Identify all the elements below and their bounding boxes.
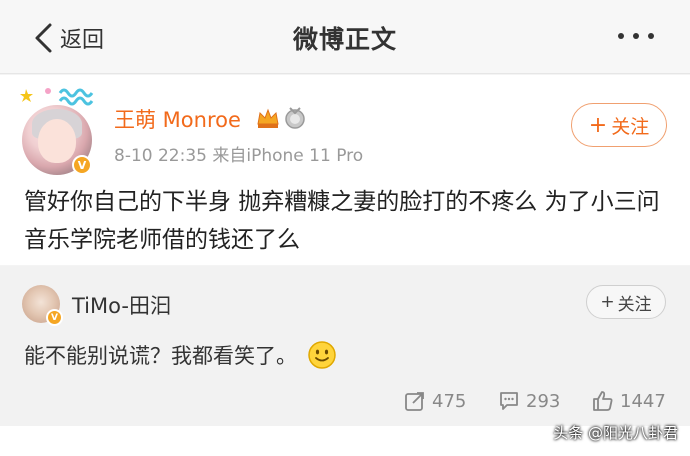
plus-icon: + xyxy=(588,112,608,138)
hot-comment: V TiMo-田汩 + 关注 能不能别说谎？我都看笑了。 475 293 144 xyxy=(0,266,690,426)
post-meta: 8-10 22:35 来自iPhone 11 Pro xyxy=(114,146,364,166)
crown-icon xyxy=(257,108,279,128)
verified-badge-icon: V xyxy=(46,309,63,326)
repost-button[interactable]: 475 xyxy=(404,390,466,412)
comment-follow-button[interactable]: + 关注 xyxy=(586,285,666,319)
verified-badge-icon: V xyxy=(72,155,92,175)
comment-follow-label: 关注 xyxy=(617,294,652,315)
avatar[interactable]: V xyxy=(22,105,92,175)
plus-icon: + xyxy=(600,292,615,312)
comment-icon xyxy=(500,392,518,410)
like-count: 1447 xyxy=(620,390,666,412)
comment-username[interactable]: TiMo-田汩 xyxy=(72,290,171,320)
repost-count: 475 xyxy=(432,390,467,412)
page-title: 微博正文 xyxy=(292,25,397,54)
post-username[interactable]: 王萌 Monroe xyxy=(114,104,241,134)
more-dot-icon xyxy=(618,33,624,39)
comment-count: 293 xyxy=(526,390,561,412)
more-options-button[interactable] xyxy=(618,33,654,39)
thumbs-up-icon xyxy=(593,391,613,411)
top-nav-bar: 返回 微博正文 xyxy=(0,0,690,74)
post-text: 管好你自己的下半身 抛弃糟糠之妻的脸打的不疼么 为了小三问音乐学院老师借的钱还了… xyxy=(24,189,660,253)
smile-emoji-icon xyxy=(308,341,336,369)
comment-text: 能不能别说谎？我都看笑了。 xyxy=(24,344,297,368)
comment-avatar[interactable]: V xyxy=(22,285,63,326)
comment-text-row: 能不能别说谎？我都看笑了。 xyxy=(24,340,337,370)
weibo-post: V 王萌 Monroe 8-10 22:35 来自iPhone 11 Pro +… xyxy=(0,75,690,265)
medal-icon xyxy=(285,107,305,129)
watermark: 头条 @阳光八卦君 xyxy=(553,424,678,442)
comment-button[interactable]: 293 xyxy=(498,390,560,412)
follow-button[interactable]: + 关注 xyxy=(571,103,667,147)
repost-icon xyxy=(405,392,424,411)
follow-label: 关注 xyxy=(611,115,650,138)
like-button[interactable]: 1447 xyxy=(592,390,666,412)
more-dot-icon xyxy=(633,33,639,39)
more-dot-icon xyxy=(648,33,654,39)
